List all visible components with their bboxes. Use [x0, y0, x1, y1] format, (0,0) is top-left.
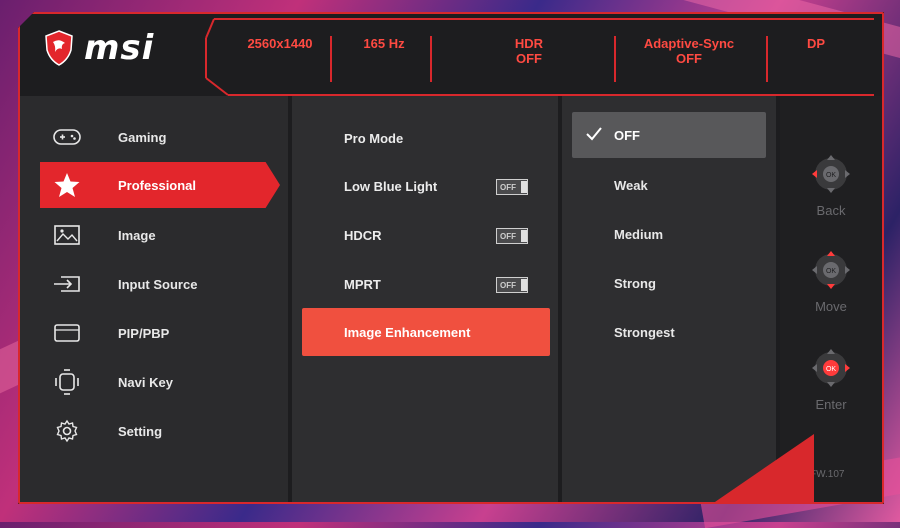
option-strong[interactable]: Strong [572, 260, 766, 306]
submenu-item-image-enhancement[interactable]: Image Enhancement [302, 308, 550, 356]
dragon-shield-icon [45, 30, 73, 66]
hdr-value: OFF [516, 51, 542, 66]
header-divider [330, 36, 332, 82]
option-medium[interactable]: Medium [572, 211, 766, 257]
adaptive-sync-label: Adaptive-Sync [643, 36, 735, 51]
joystick-updown-icon: OK [812, 251, 850, 289]
mprt-toggle[interactable]: OFF [496, 277, 528, 293]
header-top-line [214, 18, 874, 20]
navi-key-icon [50, 368, 84, 396]
toggle-label: OFF [500, 280, 516, 290]
toggle-knob [521, 181, 527, 193]
hdr-label: HDR [514, 36, 544, 51]
submenu-item-pro-mode[interactable]: Pro Mode [302, 114, 550, 162]
move-hint: OK Move [806, 248, 856, 314]
hdr-status: HDR OFF [504, 36, 554, 66]
menu-label: Gaming [118, 129, 167, 145]
osd-panel: msi 2560x1440 165 Hz HDR OFF Adaptive-Sy… [18, 12, 884, 504]
option-label: Strong [614, 275, 656, 291]
gamepad-icon [50, 123, 84, 151]
brand-name: msi [84, 28, 155, 68]
menu-label: Navi Key [118, 374, 173, 390]
submenu-item-mprt[interactable]: MPRT OFF [302, 260, 550, 308]
option-off[interactable]: OFF [572, 112, 766, 158]
menu-label: Setting [118, 423, 163, 439]
menu-label: PIP/PBP [118, 325, 170, 341]
menu-item-gaming[interactable]: Gaming [40, 114, 274, 160]
header: msi 2560x1440 165 Hz HDR OFF Adaptive-Sy… [18, 12, 884, 96]
back-label: Back [816, 203, 846, 218]
checkmark-icon [586, 127, 602, 141]
status-strip: 2560x1440 165 Hz HDR OFF Adaptive-Sync O… [204, 18, 874, 96]
image-enhancement-options: OFF Weak Medium Strong Strongest [562, 96, 776, 502]
toggle-label: OFF [500, 231, 516, 241]
menu-label: Input Source [118, 276, 198, 292]
msi-logo: msi [44, 26, 154, 70]
option-label: OFF [614, 127, 640, 143]
pip-pbp-icon [50, 319, 84, 347]
submenu-item-hdcr[interactable]: HDCR OFF [302, 211, 550, 259]
submenu-label: Low Blue Light [344, 178, 438, 194]
menu-item-setting[interactable]: Setting [40, 408, 274, 454]
firmware-version: FW.107 [810, 469, 845, 480]
menu-item-pip-pbp[interactable]: PIP/PBP [40, 310, 274, 356]
submenu-item-low-blue-light[interactable]: Low Blue Light OFF [302, 162, 550, 210]
toggle-knob [521, 279, 527, 291]
submenu-label: HDCR [344, 227, 382, 243]
menu-item-input-source[interactable]: Input Source [40, 261, 274, 307]
input-source-icon [50, 270, 84, 298]
option-strongest[interactable]: Strongest [572, 309, 766, 355]
refresh-rate-readout: 165 Hz [363, 36, 405, 51]
gear-icon [50, 417, 84, 445]
submenu-label: MPRT [344, 276, 381, 292]
navi-key-hints: OK Back OK Move OK Enter FW.107 [780, 96, 882, 502]
menu-label: Professional [118, 177, 197, 193]
star-icon [50, 171, 84, 199]
submenu-label: Image Enhancement [344, 324, 471, 340]
resolution-readout: 2560x1440 [247, 36, 313, 51]
ok-text: OK [826, 268, 836, 275]
adaptive-sync-status: Adaptive-Sync OFF [634, 36, 744, 66]
toggle-label: OFF [500, 182, 516, 192]
submenu-label: Pro Mode [344, 130, 404, 146]
option-label: Weak [614, 177, 648, 193]
header-divider [430, 36, 432, 82]
option-label: Strongest [614, 324, 675, 340]
joystick-enter-icon: OK [812, 349, 850, 387]
ok-text: OK [826, 172, 836, 179]
header-divider [766, 36, 768, 82]
menu-label: Image [118, 227, 156, 243]
menu-item-professional[interactable]: Professional [40, 162, 280, 208]
input-readout: DP [806, 36, 826, 51]
image-icon [50, 221, 84, 249]
main-menu: Gaming Professional Image Input Source P… [20, 96, 288, 502]
header-divider [614, 36, 616, 82]
back-hint: OK Back [806, 152, 856, 218]
ok-text: OK [826, 366, 836, 373]
enter-hint: OK Enter [806, 346, 856, 412]
hdcr-toggle[interactable]: OFF [496, 228, 528, 244]
adaptive-sync-value: OFF [676, 51, 702, 66]
low-blue-light-toggle[interactable]: OFF [496, 179, 528, 195]
option-weak[interactable]: Weak [572, 162, 766, 208]
toggle-knob [521, 230, 527, 242]
move-label: Move [815, 299, 847, 314]
professional-submenu: Pro Mode Low Blue Light OFF HDCR OFF MPR… [292, 96, 558, 502]
menu-item-navi-key[interactable]: Navi Key [40, 359, 274, 405]
menu-item-image[interactable]: Image [40, 212, 274, 258]
joystick-left-icon: OK [812, 155, 850, 193]
enter-label: Enter [815, 397, 847, 412]
option-label: Medium [614, 226, 664, 242]
header-corner [205, 18, 229, 96]
